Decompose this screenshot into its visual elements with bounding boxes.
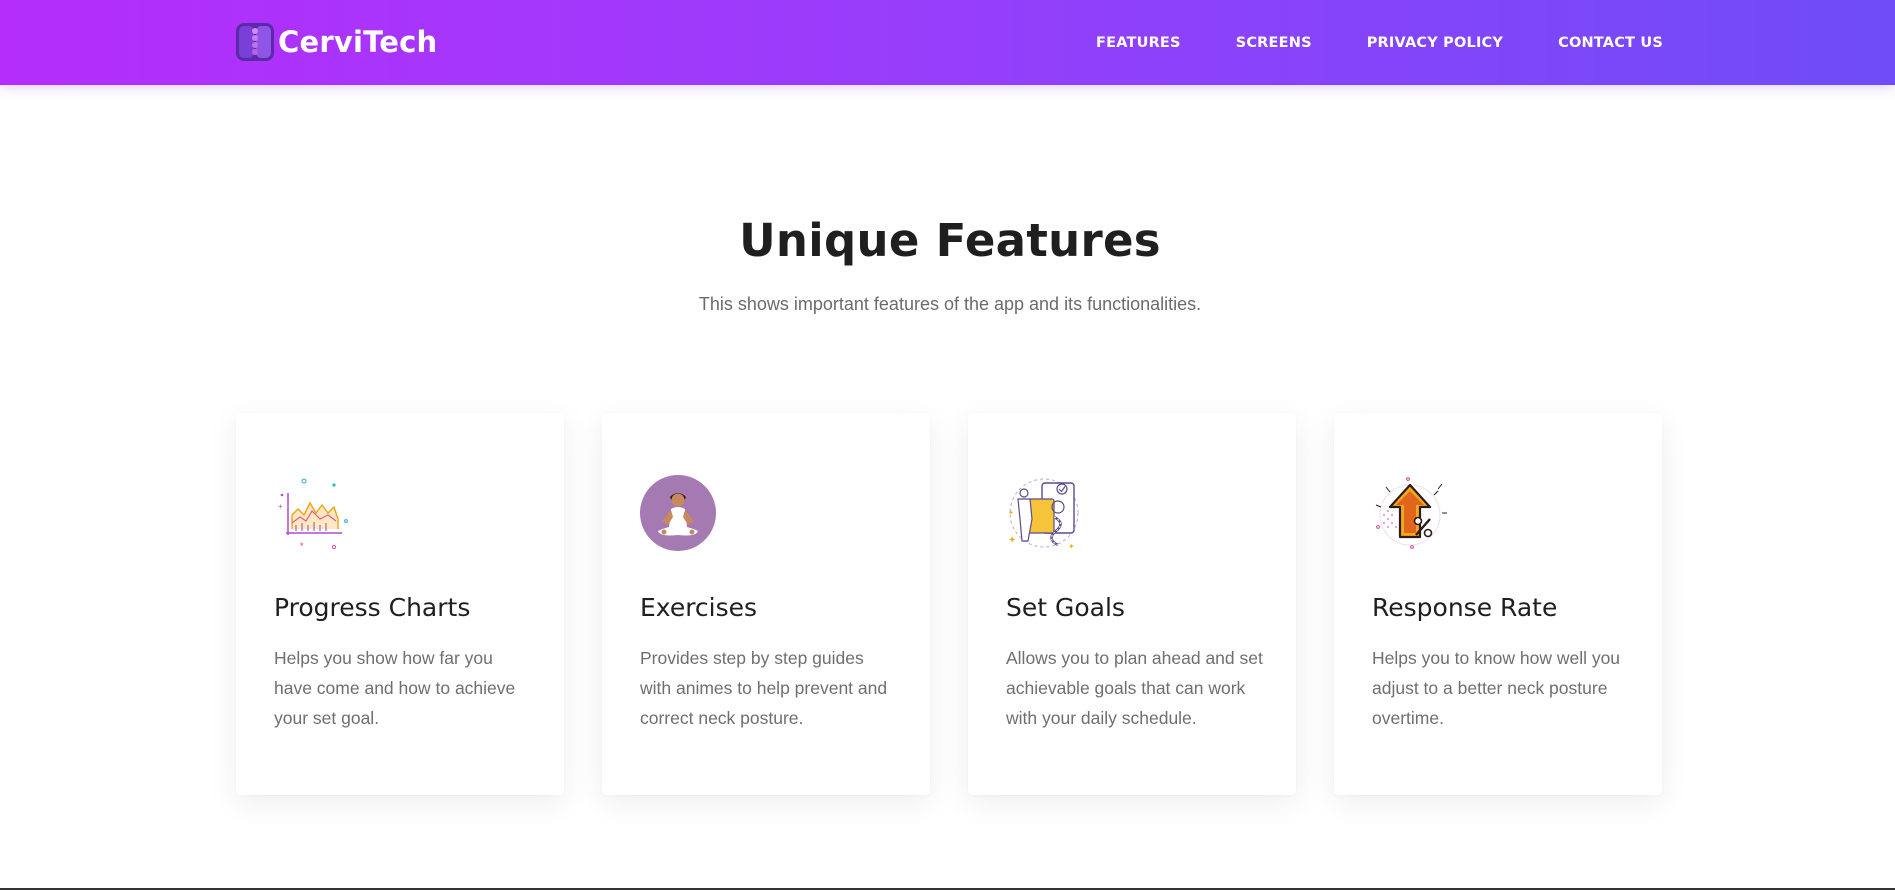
meditation-icon <box>640 475 716 551</box>
progress-chart-icon: + * <box>278 478 348 551</box>
card-title: Response Rate <box>1372 593 1558 622</box>
nav-link-contact-us[interactable]: CONTACT US <box>1558 35 1663 51</box>
card-text: Helps you to know how well you adjust to… <box>1372 648 1621 728</box>
nav-link-privacy-policy[interactable]: PRIVACY POLICY <box>1367 35 1503 51</box>
feature-card-exercises: Exercises Provides step by step guides w… <box>602 413 930 795</box>
svg-text:✦: ✦ <box>1008 535 1016 546</box>
main-nav: FEATURES SCREENS PRIVACY POLICY CONTACT … <box>1041 0 1663 85</box>
nav-link-screens[interactable]: SCREENS <box>1236 35 1312 51</box>
card-title: Set Goals <box>1006 593 1125 622</box>
feature-card-progress-charts: + * Progress Charts Helps you show how f… <box>236 413 564 795</box>
nav-link-features[interactable]: FEATURES <box>1096 35 1181 51</box>
svg-text:+: + <box>278 502 283 511</box>
brand[interactable]: CerviTech <box>236 22 437 62</box>
top-navbar: CerviTech FEATURES SCREENS PRIVACY POLIC… <box>0 0 1895 85</box>
card-text: Provides step by step guides with animes… <box>640 648 888 728</box>
card-text: Helps you show how far you have come and… <box>274 648 516 728</box>
section-subtitle: This shows important features of the app… <box>698 294 1202 314</box>
section-title: Unique Features <box>739 214 1161 267</box>
card-text: Allows you to plan ahead and set achieva… <box>1006 648 1263 728</box>
card-title: Progress Charts <box>274 593 471 622</box>
growth-arrow-icon <box>1375 477 1447 549</box>
svg-text:✦: ✦ <box>1068 542 1075 551</box>
card-title: Exercises <box>640 593 758 622</box>
feature-card-response-rate: Response Rate Helps you to know how well… <box>1334 413 1662 795</box>
feature-cards: + * Progress Charts Helps you show how f… <box>236 413 1662 797</box>
goals-icon: ✦ ✦ ✦ <box>1008 478 1079 551</box>
feature-card-set-goals: ✦ ✦ ✦ Set Goals Allows you to plan ahead… <box>968 413 1296 795</box>
spine-logo-icon <box>236 23 274 61</box>
svg-text:✦: ✦ <box>1008 509 1014 517</box>
brand-name: CerviTech <box>278 25 438 59</box>
svg-text:*: * <box>300 541 304 551</box>
